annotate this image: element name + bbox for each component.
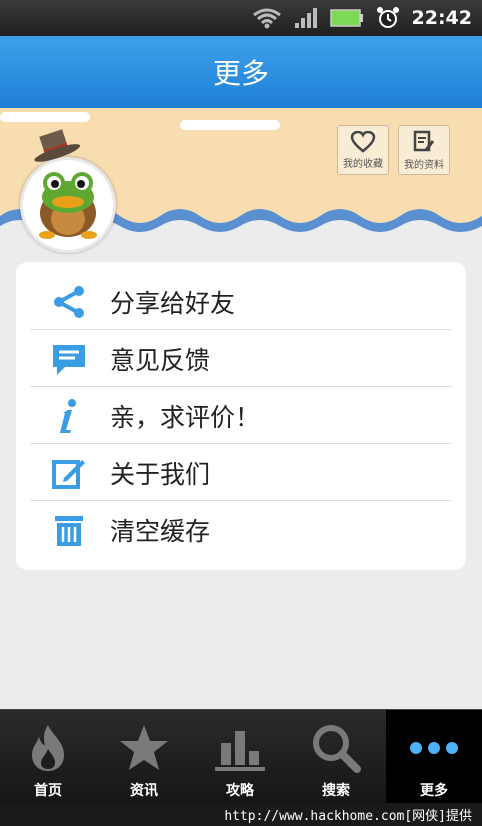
hat-decoration <box>34 129 81 162</box>
tab-news[interactable]: 资讯 <box>96 710 192 804</box>
search-icon <box>311 720 361 776</box>
watermark: http://www.hackhome.com[网侠]提供 <box>0 803 482 826</box>
wifi-icon <box>252 8 281 29</box>
tab-label: 搜索 <box>322 783 350 799</box>
my-profile-label: 我的资料 <box>404 159 444 171</box>
menu-item-feedback[interactable]: 意见反馈 <box>30 331 452 387</box>
alarm-icon <box>376 7 399 28</box>
feedback-icon <box>46 339 92 379</box>
page-title: 更多 <box>212 57 269 90</box>
note-edit-icon <box>413 130 435 151</box>
menu-card: 分享给好友 意见反馈 亲，求评价！ 关于我们 清空缓存 <box>16 262 466 570</box>
tab-label: 攻略 <box>226 783 254 799</box>
frog-avatar-icon <box>39 172 97 239</box>
header: 更多 <box>0 36 482 108</box>
menu-item-label: 清空缓存 <box>110 517 211 546</box>
info-icon <box>46 396 92 436</box>
more-icon <box>406 720 462 776</box>
heart-icon <box>350 130 376 153</box>
tab-search[interactable]: 搜索 <box>288 710 384 804</box>
fire-icon <box>26 720 70 776</box>
menu-item-share[interactable]: 分享给好友 <box>30 274 452 330</box>
tab-label: 更多 <box>420 783 448 799</box>
my-profile-button[interactable]: 我的资料 <box>398 125 450 175</box>
menu-item-about[interactable]: 关于我们 <box>30 445 452 501</box>
menu-item-label: 意见反馈 <box>110 345 211 375</box>
my-favorites-button[interactable]: 我的收藏 <box>337 125 389 175</box>
tab-label: 首页 <box>34 783 62 799</box>
tab-label: 资讯 <box>130 783 158 799</box>
cloud-decoration <box>180 120 280 130</box>
edit-icon <box>46 453 92 493</box>
status-time: 22:42 <box>411 7 472 29</box>
my-favorites-label: 我的收藏 <box>343 158 383 170</box>
star-icon <box>118 720 170 776</box>
trash-icon <box>46 510 92 550</box>
menu-item-label: 关于我们 <box>110 459 211 489</box>
menu-item-rate[interactable]: 亲，求评价！ <box>30 388 452 444</box>
tab-more[interactable]: 更多 <box>386 710 482 804</box>
avatar[interactable] <box>20 157 116 253</box>
share-icon <box>46 282 92 322</box>
cloud-decoration <box>0 112 90 122</box>
signal-icon <box>294 8 317 28</box>
status-bar: 22:42 <box>0 0 482 36</box>
menu-item-label: 亲，求评价！ <box>110 402 261 432</box>
tab-guides[interactable]: 攻略 <box>192 710 288 804</box>
battery-icon <box>329 9 363 27</box>
menu-item-label: 分享给好友 <box>110 288 236 318</box>
menu-item-clear-cache[interactable]: 清空缓存 <box>30 502 452 558</box>
bar-chart-icon <box>213 720 267 776</box>
tab-home[interactable]: 首页 <box>0 710 96 804</box>
